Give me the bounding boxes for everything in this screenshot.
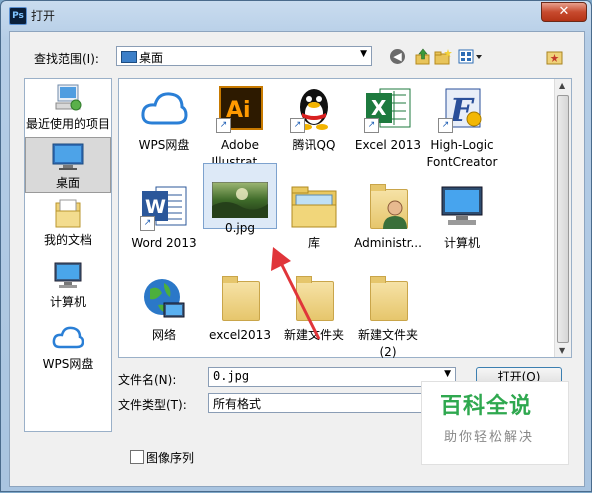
- open-dialog-window: Ps 打开 ✕ 查找范围(I): 桌面 ▼ ◀ 最近使用的项目 桌面 我的文档 …: [0, 0, 592, 492]
- watermark-logo: 百科全说 助你轻松解决: [421, 381, 569, 465]
- watermark-title: 百科全说: [440, 394, 533, 419]
- watermark-subtitle: 助你轻松解决: [444, 430, 535, 445]
